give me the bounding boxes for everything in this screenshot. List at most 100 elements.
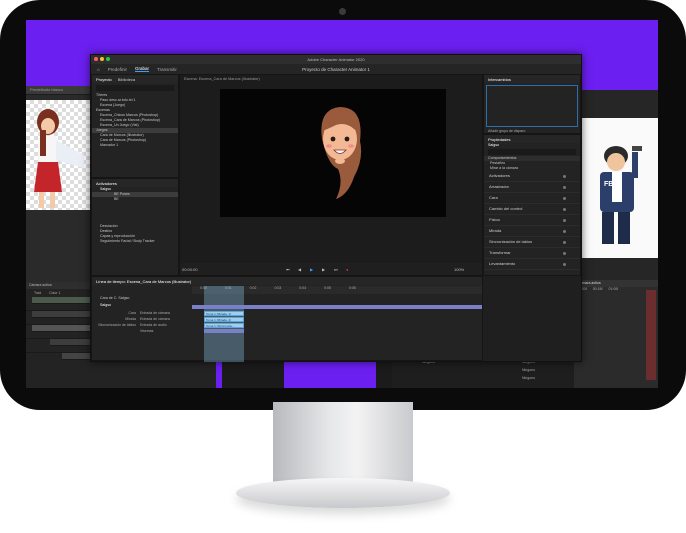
fbi-agent-figure: FBI [600, 146, 642, 244]
timeline-behavior-row[interactable]: Cara Entrada de cámara [92, 311, 190, 316]
timeline-header: Línea de tiempo: Escena_Cara de Marcos (… [92, 277, 482, 285]
character-animator-window: Adobe Character Animator 2020 ⌂ Predefin… [90, 54, 582, 362]
monitor-bezel: Predefinido blanco Cámara activa Trad Co… [0, 0, 686, 410]
take-clip[interactable]: Toma 1 (Mirada, 1) [204, 311, 244, 316]
behavior-label: Transformar [489, 250, 511, 255]
left-field-trad[interactable]: Trad [34, 291, 41, 295]
timeline-behavior-row[interactable]: Sincronización de labios Entrada de audio [92, 323, 190, 328]
monitor-stand-base [236, 478, 450, 508]
tab-grabar[interactable]: Grabar [134, 66, 149, 72]
timeline-behavior-row[interactable]: Visemas [92, 329, 190, 334]
timeline-layer-name[interactable]: Cara de C. Salgso [92, 296, 198, 301]
tab-proyecto[interactable]: Proyecto [96, 77, 112, 82]
behavior-input: Entrada de audio [140, 323, 167, 327]
behavior-toggle-icon[interactable] [563, 208, 566, 211]
properties-search-input[interactable] [488, 149, 576, 155]
behavior-toggle-icon[interactable] [563, 186, 566, 189]
swap-panel: Intercambios Añadir grupo de disparo [483, 74, 581, 134]
tab-predefinir[interactable]: Predefinir [108, 67, 127, 72]
behavior-list: Pestañeo Mirar a la cámara Activadores Arra… [484, 161, 580, 270]
behavior-input: Entrada de cámara [140, 311, 170, 315]
take-clip[interactable]: Toma 1 (Sincroniza... [204, 323, 244, 328]
behavior-toggle-icon[interactable] [563, 230, 566, 233]
behavior-label: Cambio del control [489, 206, 523, 211]
right-timeline-tab[interactable]: Cámara activa [574, 280, 658, 287]
trigger-footer[interactable]: Seguimiento Facial / Body Tracker [92, 239, 178, 244]
maximize-window-icon[interactable] [106, 57, 110, 61]
behavior-toggle-icon[interactable] [563, 263, 566, 266]
behavior-section[interactable]: Transformar [484, 248, 580, 259]
right-ruler-label: 01:00f [608, 287, 619, 291]
puppet-track-bar [192, 305, 482, 309]
window-title: Adobe Character Animator 2020 [307, 57, 365, 62]
behavior-label: Activadores [489, 173, 510, 178]
zoom-level[interactable]: 100% [454, 267, 464, 272]
behavior-toggle-icon[interactable] [563, 175, 566, 178]
ruler-tick-label: 0:06 [348, 286, 356, 290]
next-frame-icon[interactable]: ⏭ [334, 267, 338, 272]
timeline-puppet-name[interactable]: Salgso [92, 303, 198, 308]
project-item-list: Títeres Paso desc.ar.bdo.txt 1 Escena (Jue… [92, 93, 178, 148]
behavior-label: Mirada [489, 228, 502, 233]
ruler-tick-label: 0:05 [324, 286, 331, 290]
behavior-input: Entrada de cámara [140, 317, 170, 321]
tab-biblioteca[interactable]: Biblioteca [118, 77, 135, 82]
scene-panel: Escena: Escena_Cara de Marcos (Illustrat… [179, 74, 483, 276]
ruler-tick-label: 0:03 [274, 286, 282, 290]
take-clip[interactable]: Toma 1 (Mirada, 2) [204, 317, 244, 322]
scene-timecode: 00:00:00 [182, 267, 198, 272]
tab-transmitir[interactable]: Transmitir [157, 67, 177, 72]
behavior-toggle-icon[interactable] [563, 252, 566, 255]
left-field-color[interactable]: Color 1 [49, 291, 60, 295]
minimize-window-icon[interactable] [100, 57, 104, 61]
triggers-title: Activadores [96, 180, 117, 186]
properties-panel-header: Propiedades [484, 135, 580, 143]
window-titlebar: Adobe Character Animator 2020 [91, 55, 581, 64]
ruler-tick-label: 0:04 [299, 286, 307, 290]
behavior-name: Sincronización de labios [98, 323, 136, 327]
add-swap-group-button[interactable]: Añadir grupo de disparo [484, 129, 580, 133]
right-ruler-label: 00:15f [592, 287, 603, 291]
record-icon[interactable]: ● [346, 267, 348, 272]
behavior-section[interactable]: Mirada [484, 226, 580, 237]
behavior-section[interactable]: Levantamiento [484, 259, 580, 270]
behavior-toggle-icon[interactable] [563, 219, 566, 222]
behavior-section[interactable]: Cara [484, 193, 580, 204]
timeline-behavior-row[interactable]: Mirada Entrada de cámara [92, 317, 190, 322]
timeline-tab[interactable]: Línea de tiempo: Escena_Cara de Marcos (… [96, 279, 191, 284]
swap-panel-header: Intercambios [484, 75, 580, 83]
behavior-label: Sincronización de labios [489, 239, 533, 244]
behavior-toggle-icon[interactable] [563, 197, 566, 200]
triggers-panel: Activadores Salgso BE Poses BE Desviació… [91, 178, 179, 276]
window-controls [94, 57, 110, 61]
swap-drop-area[interactable] [486, 85, 578, 127]
transport-controls: 00:00:00 ⏮ ◀ ▶ ▶ ⏭ ● 100% [180, 263, 482, 275]
right-marker-column [646, 290, 656, 380]
project-item[interactable]: Marcador 1 [92, 143, 178, 148]
behavior-section[interactable]: Física [484, 215, 580, 226]
behavior-toggle-icon[interactable] [563, 241, 566, 244]
timeline-panel: Línea de tiempo: Escena_Cara de Marcos (… [91, 276, 483, 362]
behavior-section[interactable]: Cambio del control [484, 204, 580, 215]
visemes-track [204, 329, 244, 333]
behavior-section[interactable]: Arrastrador [484, 182, 580, 193]
step-forward-icon[interactable]: ▶ [322, 267, 325, 272]
monitor-stand-neck [273, 402, 413, 484]
behavior-label: Física [489, 217, 500, 222]
home-icon[interactable]: ⌂ [97, 67, 100, 72]
play-icon[interactable]: ▶ [310, 267, 313, 272]
behavior-name [92, 329, 136, 334]
close-window-icon[interactable] [94, 57, 98, 61]
step-back-icon[interactable]: ◀ [298, 267, 301, 272]
ruler-tick-label: 0:02 [249, 286, 257, 290]
properties-panel: Propiedades Salgso Comportamientos Pesta… [483, 134, 581, 276]
left-character-figure [34, 109, 84, 208]
behavior-section[interactable]: Activadores [484, 171, 580, 182]
project-search-input[interactable] [96, 85, 174, 91]
behavior-label: Levantamiento [489, 261, 516, 266]
behavior-section[interactable]: Sincronización de labios [484, 237, 580, 248]
triggers-panel-header: Activadores [92, 179, 178, 187]
previous-frame-icon[interactable]: ⏮ [286, 267, 290, 272]
scene-panel-tab[interactable]: Escena: Escena_Cara de Marcos (Illustrat… [180, 75, 482, 83]
project-panel-tabs: Proyecto Biblioteca [92, 75, 178, 83]
